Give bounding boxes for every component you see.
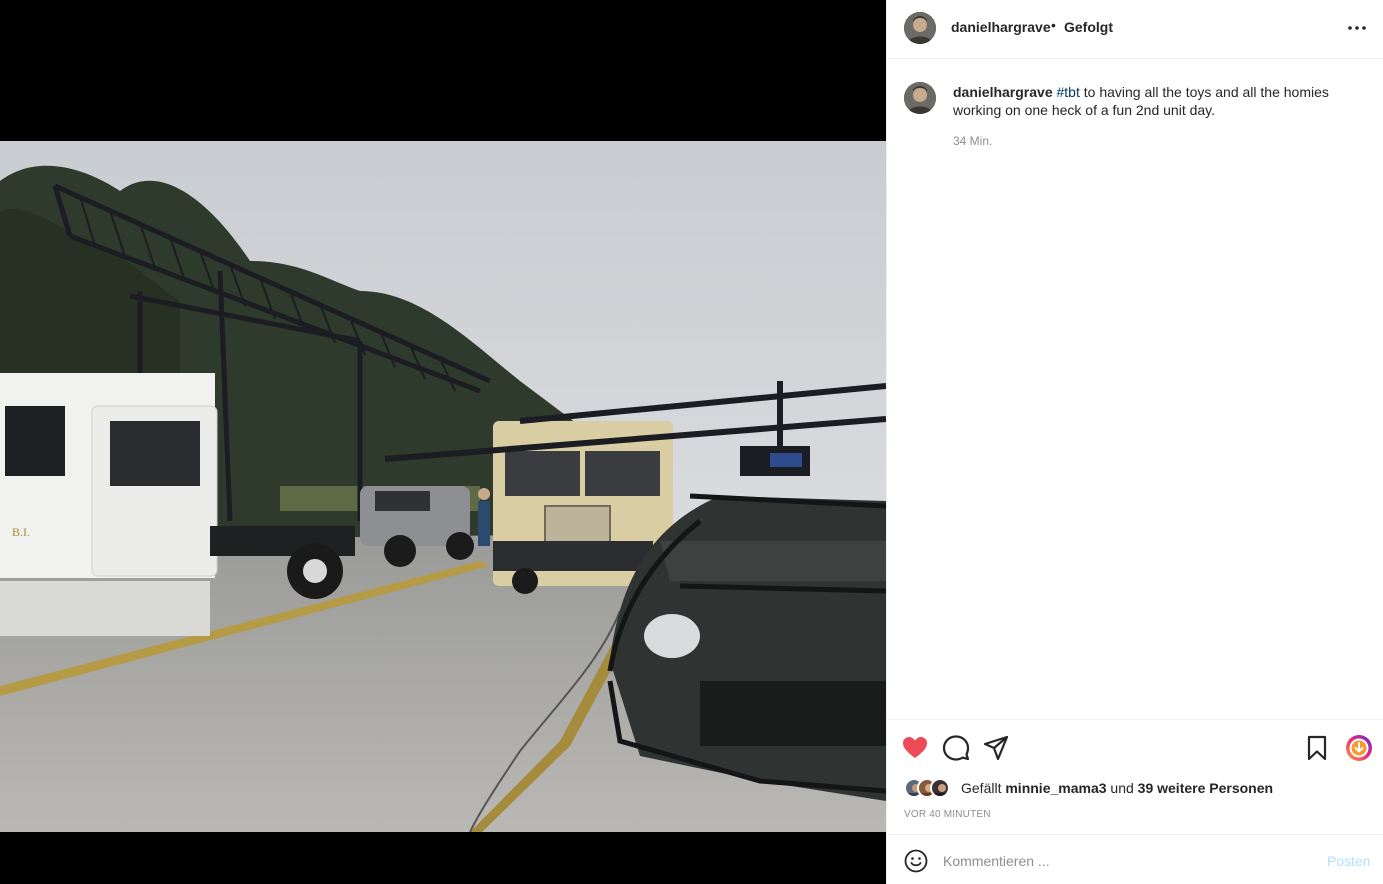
post-header: danielhargrave • Gefolgt	[887, 0, 1383, 59]
extension-download-icon[interactable]	[1345, 734, 1373, 762]
likes-text: Gefällt minnie_mama3 und 39 weitere Pers…	[961, 780, 1273, 796]
like-heart-icon[interactable]	[901, 734, 929, 762]
more-options-icon[interactable]	[1343, 16, 1371, 40]
likes-summary: Gefällt minnie_mama3 und 39 weitere Pers…	[904, 778, 1374, 798]
post-media[interactable]: B.I.	[0, 0, 886, 884]
post-actions: Gefällt minnie_mama3 und 39 weitere Pers…	[887, 719, 1383, 834]
username-link[interactable]: danielhargrave	[951, 19, 1051, 35]
post-caption: danielhargrave #tbt to having all the to…	[953, 83, 1363, 119]
user-avatar[interactable]	[904, 12, 936, 44]
comment-input[interactable]	[943, 850, 1313, 872]
caption-username[interactable]: danielhargrave	[953, 84, 1053, 100]
likes-prefix: Gefällt	[961, 780, 1006, 796]
caption-timestamp[interactable]: 34 Min.	[953, 134, 992, 148]
svg-text:B.I.: B.I.	[12, 525, 30, 539]
comment-bar: Posten	[887, 834, 1383, 884]
hashtag-link[interactable]: #tbt	[1057, 84, 1080, 100]
comment-icon[interactable]	[942, 734, 970, 762]
post-photo: B.I.	[0, 141, 886, 832]
bookmark-save-icon[interactable]	[1303, 734, 1331, 762]
post-side-panel: danielhargrave • Gefolgt danielhargrave …	[886, 0, 1383, 884]
follow-status-button[interactable]: Gefolgt	[1064, 19, 1113, 35]
post-comment-button[interactable]: Posten	[1327, 853, 1371, 869]
caption-avatar[interactable]	[904, 82, 936, 114]
post-timestamp[interactable]: VOR 40 MINUTEN	[904, 809, 991, 820]
emoji-icon[interactable]	[904, 849, 928, 873]
separator-dot: •	[1051, 17, 1056, 33]
likes-connector: und	[1106, 780, 1138, 796]
other-likers-link[interactable]: 39 weitere Personen	[1138, 780, 1273, 796]
liker-username[interactable]: minnie_mama3	[1005, 780, 1106, 796]
liker-avatar[interactable]	[930, 778, 950, 798]
share-send-icon[interactable]	[982, 734, 1010, 762]
